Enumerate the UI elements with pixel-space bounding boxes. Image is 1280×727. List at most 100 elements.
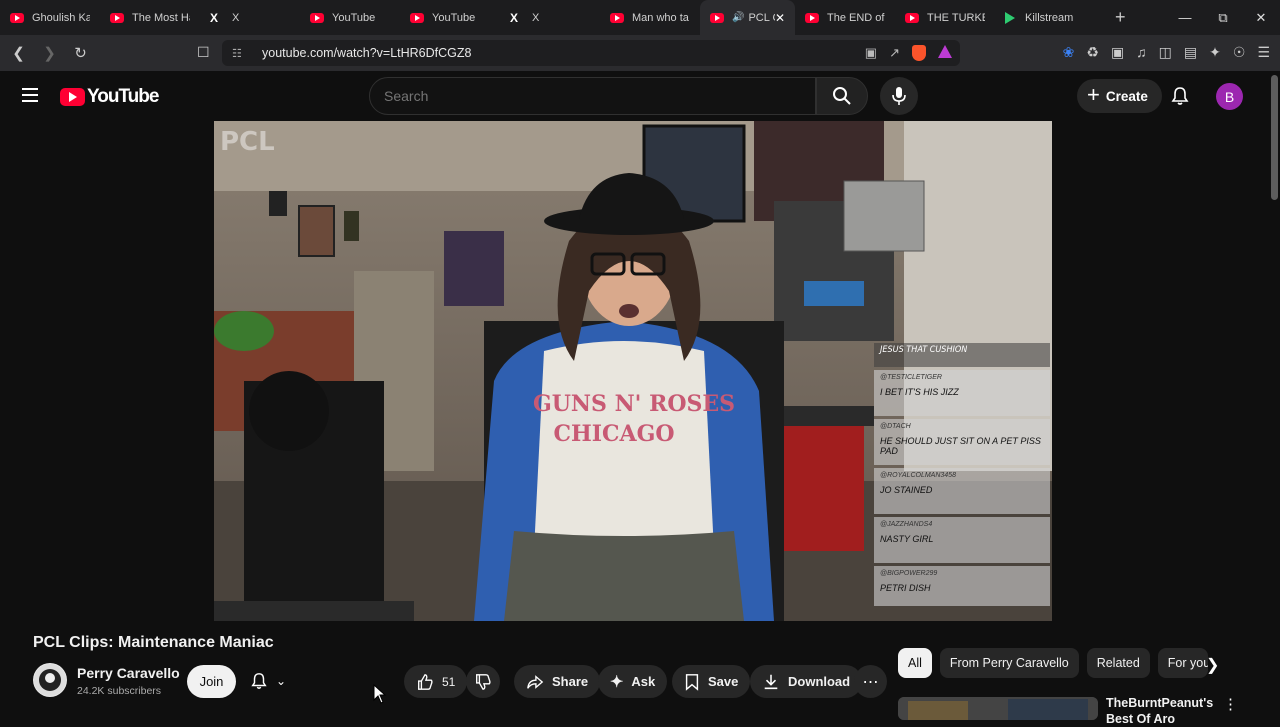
video-player[interactable]: GUNS N' ROSES CHICAGO PCL JESUS THAT CUS… [214, 121, 1052, 621]
site-info-icon[interactable]: ☷ [232, 47, 248, 60]
leo-ai-icon[interactable]: ✦ [1209, 44, 1221, 61]
recommendation-title[interactable]: TheBurntPeanut's Best Of Aro [1106, 695, 1216, 727]
browser-tab[interactable]: Man who ta [600, 0, 700, 35]
new-tab-button[interactable]: + [1115, 7, 1126, 28]
browser-tab[interactable]: Ghoulish Kar [0, 0, 100, 35]
chat-message: @ROYALCOLMAN3458 JO STAINED [874, 468, 1050, 514]
brave-shields-icon[interactable] [912, 45, 926, 61]
forward-icon[interactable]: ❯ [37, 44, 62, 62]
join-button[interactable]: Join [187, 665, 236, 698]
tab-label: The END of [827, 11, 885, 24]
speaker-icon: 🔊 [732, 12, 745, 23]
more-vertical-icon[interactable]: ⋮ [1223, 695, 1238, 713]
menu-icon[interactable]: ☰ [1257, 44, 1270, 61]
browser-tab[interactable]: THE TURKEY [895, 0, 995, 35]
hamburger-menu-icon[interactable] [22, 88, 38, 102]
ask-button[interactable]: ✦ Ask [598, 665, 668, 698]
browser-tab[interactable]: YouTube [400, 0, 500, 35]
youtube-logo[interactable]: YouTube [60, 86, 159, 108]
channel-avatar[interactable] [33, 663, 67, 697]
scrollbar-thumb[interactable] [1271, 75, 1278, 200]
page-scrollbar[interactable] [1271, 75, 1278, 715]
recommendation-channel: TheBurntPeanut's [1106, 696, 1214, 710]
share-page-icon[interactable]: ↗ [889, 45, 900, 61]
url-text: youtube.com/watch?v=LtHR6DfCGZ8 [262, 46, 472, 60]
browser-tab[interactable]: The END of [795, 0, 895, 35]
reload-icon[interactable]: ↻ [68, 44, 93, 62]
restore-icon[interactable]: ⧉ [1204, 10, 1242, 26]
chat-message: @TESTICLETIGER I BET IT'S HIS JIZZ [874, 370, 1050, 416]
youtube-icon [110, 12, 124, 23]
thumbs-up-icon [418, 673, 433, 690]
vpn-shield-icon[interactable]: ☉ [1233, 44, 1246, 61]
tab-label: Ghoulish Kar [32, 11, 90, 24]
tab-label: YouTube [432, 11, 476, 24]
chat-user: @TESTICLETIGER [880, 374, 942, 381]
youtube-header: YouTube + Create B [0, 71, 1280, 121]
browser-tab[interactable]: XX [500, 0, 600, 35]
recommendation-thumbnail[interactable] [898, 697, 1098, 720]
share-button[interactable]: Share [514, 665, 601, 698]
create-label: Create [1105, 88, 1148, 104]
account-avatar[interactable]: B [1216, 83, 1243, 110]
extensions-icon[interactable]: ♻ [1086, 44, 1099, 61]
tab-label: Killstream [1025, 11, 1074, 24]
vpn-icon[interactable]: ❀ [1063, 44, 1075, 61]
browser-tab[interactable]: The Most Ha [100, 0, 200, 35]
tab-label: X [532, 11, 540, 24]
browser-tab[interactable]: Killstream [995, 0, 1095, 35]
youtube-icon [610, 12, 624, 23]
back-icon[interactable]: ❮ [6, 44, 31, 62]
browser-tab-active[interactable]: 🔊PCL C✕ [700, 0, 795, 35]
like-count: 51 [442, 674, 456, 689]
close-window-icon[interactable]: ✕ [1242, 10, 1280, 26]
tab-label: The Most Ha [132, 11, 190, 24]
bookmark-icon [685, 673, 699, 691]
close-tab-icon[interactable]: ✕ [775, 11, 785, 25]
chat-user: @DTACH [880, 423, 911, 430]
minimize-icon[interactable]: — [1166, 10, 1204, 25]
chip-from-channel[interactable]: From Perry Caravello [939, 648, 1079, 678]
address-bar[interactable]: ☷ youtube.com/watch?v=LtHR6DfCGZ8 ▣ ↗ [222, 40, 960, 66]
save-label: Save [708, 674, 739, 689]
address-bar-actions: ▣ ↗ [865, 45, 952, 61]
brave-rewards-icon[interactable] [938, 45, 952, 58]
cast-icon[interactable]: ▣ [865, 45, 877, 61]
voice-search-button[interactable] [880, 77, 918, 115]
browser-tab[interactable]: YouTube [300, 0, 400, 35]
ask-label: Ask [631, 674, 656, 689]
subscription-bell-button[interactable]: ⌄ [250, 672, 286, 690]
media-icon[interactable]: ♫ [1136, 44, 1147, 61]
search-button[interactable] [816, 77, 868, 115]
chat-text: HE SHOULD JUST SIT ON A PET PISS PAD [880, 436, 1041, 456]
sidebar-icon[interactable]: ◫ [1159, 44, 1172, 61]
bookmark-icon[interactable]: ☐ [197, 44, 210, 61]
chip-related[interactable]: Related [1086, 648, 1150, 678]
channel-name[interactable]: Perry Caravello [77, 665, 180, 681]
recommendation-title-text: Best Of Aro [1106, 712, 1175, 726]
youtube-icon [905, 12, 919, 23]
like-button[interactable]: 51 [404, 665, 468, 698]
filter-chips: All From Perry Caravello Related For you [898, 648, 1208, 678]
chip-for-you[interactable]: For you [1157, 648, 1208, 678]
mouse-cursor-icon [373, 684, 387, 704]
chevron-right-icon[interactable]: ❯ [1206, 655, 1219, 675]
save-button[interactable]: Save [672, 665, 751, 698]
download-label: Download [788, 674, 851, 689]
more-actions-button[interactable]: ⋯ [854, 665, 887, 698]
chat-text: NASTY GIRL [880, 534, 934, 544]
chat-text: I BET IT'S HIS JIZZ [880, 387, 959, 397]
channel-watermark: PCL [220, 127, 275, 157]
wallet-icon[interactable]: ▤ [1184, 44, 1197, 61]
search-input[interactable] [384, 88, 815, 104]
download-button[interactable]: Download [750, 665, 863, 698]
browser-tab-bar: Ghoulish Kar The Most Ha XX YouTube YouT… [0, 0, 1280, 35]
youtube-icon [10, 12, 24, 23]
screenshot-icon[interactable]: ▣ [1111, 44, 1124, 61]
chip-all[interactable]: All [898, 648, 932, 678]
chat-overlay: JESUS THAT CUSHION @TESTICLETIGER I BET I… [874, 343, 1050, 606]
create-button[interactable]: + Create [1077, 79, 1162, 113]
browser-tab[interactable]: XX [200, 0, 300, 35]
notifications-button[interactable] [1170, 86, 1190, 111]
dislike-button[interactable] [466, 665, 500, 698]
